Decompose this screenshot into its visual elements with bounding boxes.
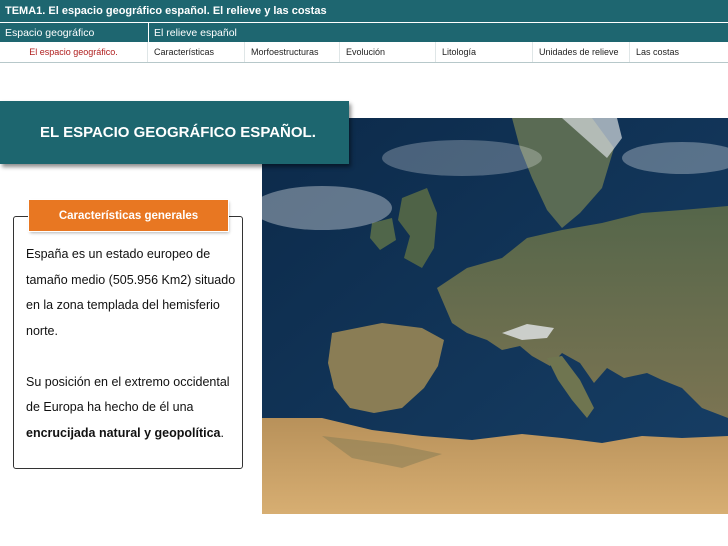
subnav-item-las-costas[interactable]: Las costas bbox=[630, 42, 728, 62]
subnav-item-unidades-relieve[interactable]: Unidades de relieve bbox=[533, 42, 630, 62]
subnav-item-caracteristicas[interactable]: Características bbox=[148, 42, 245, 62]
section-tabs: Espacio geográfico El relieve español bbox=[0, 22, 728, 42]
box-label: Características generales bbox=[29, 200, 228, 231]
europe-satellite-map-icon bbox=[262, 118, 728, 514]
paragraph-2-emphasis: encrucijada natural y geopolítica bbox=[26, 425, 221, 440]
paragraph-2-prefix: Su posición en el extremo occidental de … bbox=[26, 374, 230, 415]
subnav-item-evolucion[interactable]: Evolución bbox=[340, 42, 436, 62]
presentation-title: TEMA1. El espacio geográfico español. El… bbox=[5, 5, 327, 17]
slide-title: EL ESPACIO GEOGRÁFICO ESPAÑOL. bbox=[40, 124, 316, 141]
paragraph-2-suffix: . bbox=[220, 425, 224, 440]
subnav-item-litologia[interactable]: Litología bbox=[436, 42, 533, 62]
paragraph-1: España es un estado europeo de tamaño me… bbox=[26, 247, 236, 338]
subnav-item-espacio-geografico[interactable]: El espacio geográfico. bbox=[0, 42, 148, 62]
sub-navigation: El espacio geográfico. Características M… bbox=[0, 42, 728, 63]
slide-title-banner: EL ESPACIO GEOGRÁFICO ESPAÑOL. bbox=[0, 101, 349, 164]
content-text: España es un estado europeo de tamaño me… bbox=[26, 242, 240, 446]
paragraph-2: Su posición en el extremo occidental de … bbox=[26, 370, 240, 447]
tab-espacio-geografico[interactable]: Espacio geográfico bbox=[0, 23, 148, 42]
window-title-bar: TEMA1. El espacio geográfico español. El… bbox=[0, 0, 728, 22]
tab-relieve-espanol[interactable]: El relieve español bbox=[148, 23, 728, 42]
subnav-item-morfoestructuras[interactable]: Morfoestructuras bbox=[245, 42, 340, 62]
satellite-image bbox=[262, 118, 728, 514]
